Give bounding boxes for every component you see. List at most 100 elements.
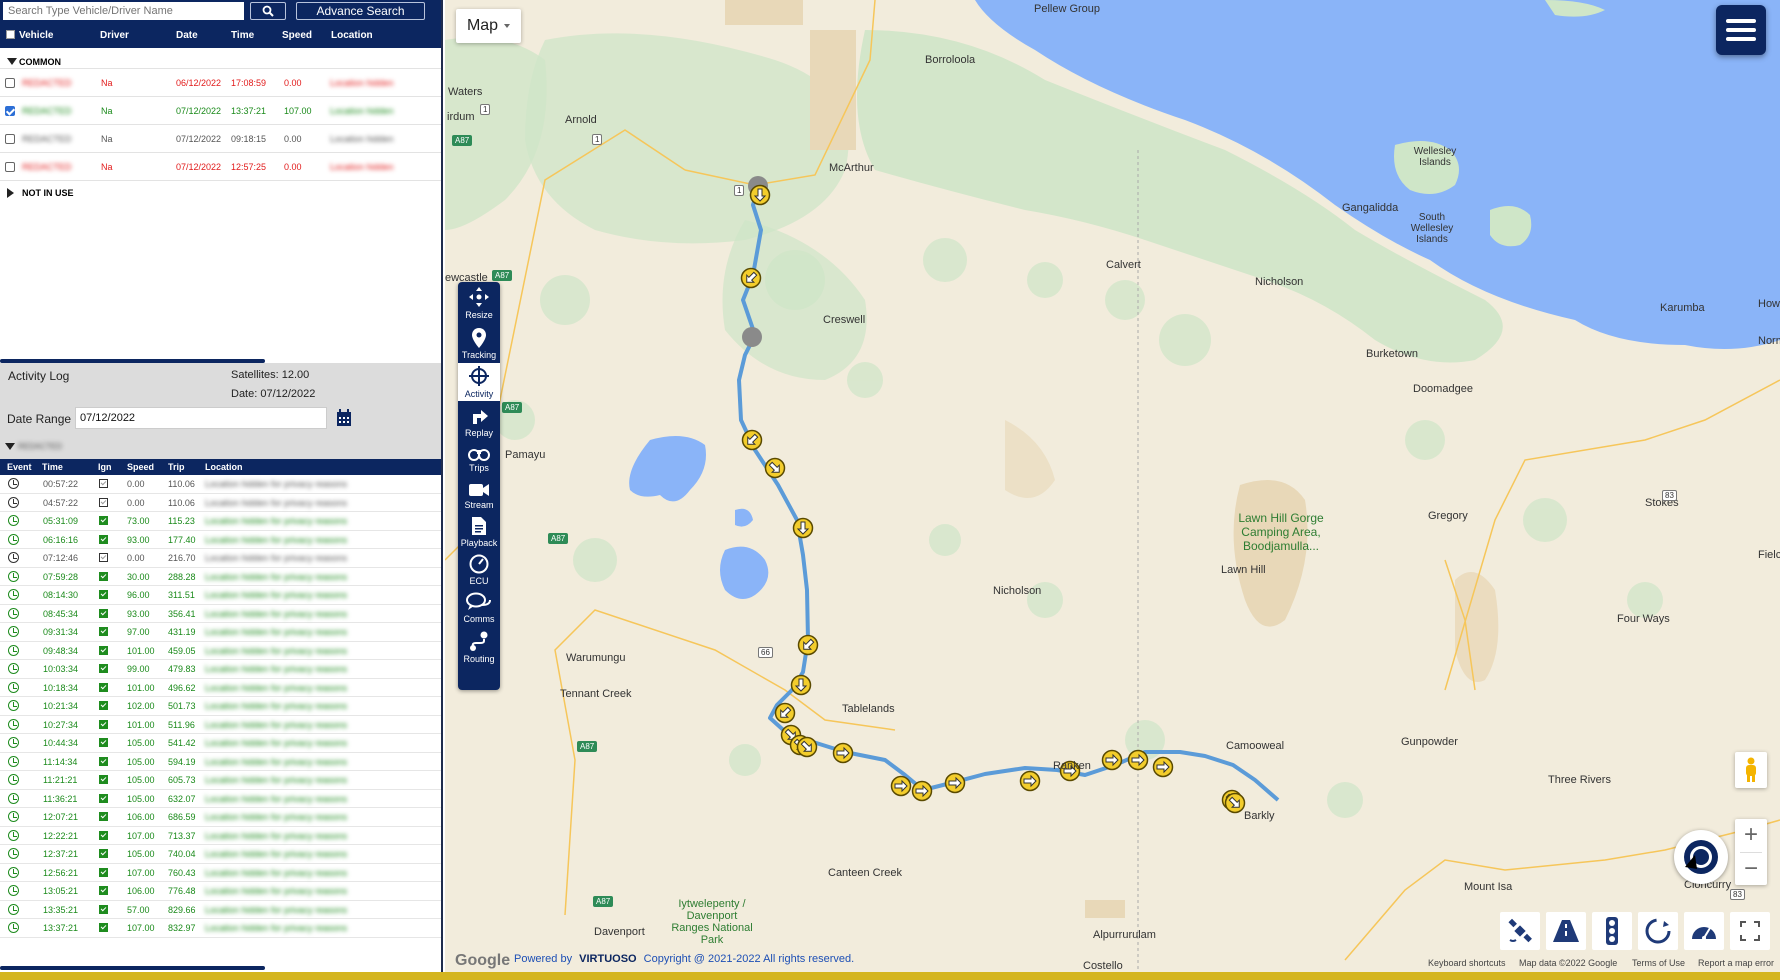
keyboard-shortcuts-link[interactable]: Keyboard shortcuts [1428, 958, 1506, 968]
activity-row[interactable]: 08:45:34 93.00 356.41 Location hidden for p… [0, 605, 441, 623]
select-all-checkbox[interactable] [6, 30, 15, 39]
map-area[interactable]: Pellew Group Borroloola Waters irdum Arnold M… [445, 0, 1780, 972]
map-type-dropdown[interactable]: Map [456, 9, 521, 43]
speedometer-button[interactable] [1684, 912, 1724, 950]
vehicle-checkbox[interactable] [5, 134, 15, 144]
header-driver[interactable]: Driver [100, 30, 129, 41]
tool-comms[interactable]: Comms [458, 588, 500, 626]
header-event[interactable]: Event [7, 462, 32, 472]
calendar-icon[interactable] [336, 409, 352, 427]
route-arrow-marker[interactable] [797, 634, 819, 656]
satellite-button[interactable] [1500, 912, 1540, 950]
activity-scrollbar[interactable] [0, 966, 265, 970]
route-arrow-marker[interactable] [1152, 756, 1174, 778]
zoom-in-button[interactable]: + [1744, 819, 1758, 852]
group-not-in-use[interactable]: NOT IN USE [0, 181, 441, 201]
route-arrow-marker[interactable] [764, 457, 786, 479]
route-arrow-marker[interactable] [1101, 749, 1123, 771]
activity-row[interactable]: 07:12:46 0.00 216.70 Location hidden for pr… [0, 549, 441, 568]
activity-row[interactable]: 10:18:34 101.00 496.62 Location hidden for … [0, 679, 441, 697]
street-view-pegman[interactable] [1735, 752, 1767, 788]
activity-row[interactable]: 09:48:34 101.00 459.05 Location hidden for … [0, 642, 441, 660]
activity-expand-icon[interactable] [5, 443, 15, 450]
route-arrow-marker[interactable] [944, 772, 966, 794]
tool-playback[interactable]: Playback [458, 512, 500, 550]
activity-row[interactable]: 06:16:16 93.00 177.40 Location hidden for p… [0, 531, 441, 549]
tool-ecu[interactable]: ECU [458, 550, 500, 588]
activity-row[interactable]: 12:22:21 107.00 713.37 Location hidden for … [0, 827, 441, 845]
activity-row[interactable]: 13:35:21 57.00 829.66 Location hidden for p… [0, 901, 441, 919]
header-location[interactable]: Location [205, 462, 243, 472]
vehicle-checkbox[interactable] [5, 78, 15, 88]
header-time[interactable]: Time [231, 30, 254, 41]
vehicle-row[interactable]: REDACTED Na 07/12/2022 13:37:21 107.00 Locati… [0, 97, 441, 125]
header-ign[interactable]: Ign [98, 462, 112, 472]
route-arrow-marker[interactable] [740, 267, 762, 289]
tool-replay[interactable]: Replay [458, 402, 500, 440]
activity-row[interactable]: 12:56:21 107.00 760.43 Location hidden for … [0, 864, 441, 882]
header-date[interactable]: Date [176, 30, 198, 41]
activity-row[interactable]: 05:31:09 73.00 115.23 Location hidden for p… [0, 512, 441, 531]
advance-search-button[interactable]: Advance Search [296, 2, 425, 20]
activity-row[interactable]: 04:57:22 0.00 110.06 Location hidden for pr… [0, 494, 441, 512]
tool-trips[interactable]: Trips [458, 437, 500, 475]
traffic-button[interactable] [1592, 912, 1632, 950]
zoom-out-button[interactable]: − [1744, 852, 1758, 885]
date-range-input[interactable]: 07/12/2022 [75, 407, 327, 429]
tool-tracking[interactable]: Tracking [458, 324, 500, 362]
route-arrow-marker[interactable] [832, 742, 854, 764]
fullscreen-button[interactable] [1730, 912, 1770, 950]
tool-stream[interactable]: Stream [458, 474, 500, 512]
header-speed[interactable]: Speed [282, 30, 312, 41]
activity-row[interactable]: 13:05:21 106.00 776.48 Location hidden for … [0, 882, 441, 901]
report-error-link[interactable]: Report a map error [1698, 958, 1774, 968]
activity-row[interactable]: 10:03:34 99.00 479.83 Location hidden for p… [0, 660, 441, 679]
route-arrow-marker[interactable] [796, 736, 818, 758]
activity-row[interactable]: 10:44:34 105.00 541.42 Location hidden for … [0, 734, 441, 753]
activity-row[interactable]: 10:27:34 101.00 511.96 Location hidden for … [0, 716, 441, 734]
header-vehicle[interactable]: Vehicle [19, 30, 53, 41]
vehicle-row[interactable]: REDACTED Na 07/12/2022 12:57:25 0.00 Location… [0, 153, 441, 181]
route-arrow-marker[interactable] [741, 429, 763, 451]
header-time[interactable]: Time [42, 462, 63, 472]
vehicle-row[interactable]: REDACTED Na 06/12/2022 17:08:59 0.00 Location… [0, 69, 441, 97]
activity-row[interactable]: 13:37:21 107.00 832.97 Location hidden for … [0, 919, 441, 938]
search-input[interactable] [3, 2, 244, 20]
route-arrow-marker[interactable] [790, 674, 812, 696]
route-arrow-marker[interactable] [792, 517, 814, 539]
route-arrow-marker[interactable] [749, 184, 771, 206]
route-arrow-marker[interactable] [890, 775, 912, 797]
header-location[interactable]: Location [331, 30, 373, 41]
recenter-button[interactable] [1674, 830, 1728, 884]
route-arrow-marker[interactable] [1127, 749, 1149, 771]
activity-row[interactable]: 11:36:21 105.00 632.07 Location hidden for … [0, 790, 441, 808]
vehicle-row[interactable]: REDACTED Na 07/12/2022 09:18:15 0.00 Location… [0, 125, 441, 153]
activity-row[interactable]: 08:14:30 96.00 311.51 Location hidden for p… [0, 586, 441, 605]
activity-row[interactable]: 11:21:21 105.00 605.73 Location hidden for … [0, 771, 441, 790]
activity-row[interactable]: 00:57:22 0.00 110.06 Location hidden for pr… [0, 475, 441, 494]
brand-name[interactable]: VIRTUOSO [579, 953, 636, 965]
search-button[interactable] [250, 2, 286, 20]
activity-row[interactable]: 12:37:21 105.00 740.04 Location hidden for … [0, 845, 441, 864]
vehicle-checkbox[interactable] [5, 106, 15, 116]
route-arrow-marker[interactable] [774, 702, 796, 724]
group-common[interactable]: COMMON [0, 48, 441, 68]
vehicle-checkbox[interactable] [5, 162, 15, 172]
activity-row[interactable]: 07:59:28 30.00 288.28 Location hidden for p… [0, 568, 441, 586]
activity-row[interactable]: 11:14:34 105.00 594.19 Location hidden for … [0, 753, 441, 771]
main-menu-button[interactable] [1716, 5, 1766, 55]
activity-row[interactable]: 12:07:21 106.00 686.59 Location hidden for … [0, 808, 441, 827]
refresh-button[interactable] [1638, 912, 1678, 950]
road-button[interactable] [1546, 912, 1586, 950]
terms-link[interactable]: Terms of Use [1632, 958, 1685, 968]
tool-activity[interactable]: Activity [458, 363, 500, 401]
tool-routing[interactable]: Routing [458, 628, 500, 666]
activity-row[interactable]: 09:31:34 97.00 431.19 Location hidden for p… [0, 623, 441, 642]
route-arrow-marker[interactable] [1224, 792, 1246, 814]
header-trip[interactable]: Trip [168, 462, 185, 472]
activity-row[interactable]: 10:21:34 102.00 501.73 Location hidden for … [0, 697, 441, 716]
route-arrow-marker[interactable] [1019, 770, 1041, 792]
tool-resize[interactable]: Resize [458, 284, 500, 322]
route-arrow-marker[interactable] [911, 780, 933, 802]
header-speed[interactable]: Speed [127, 462, 154, 472]
